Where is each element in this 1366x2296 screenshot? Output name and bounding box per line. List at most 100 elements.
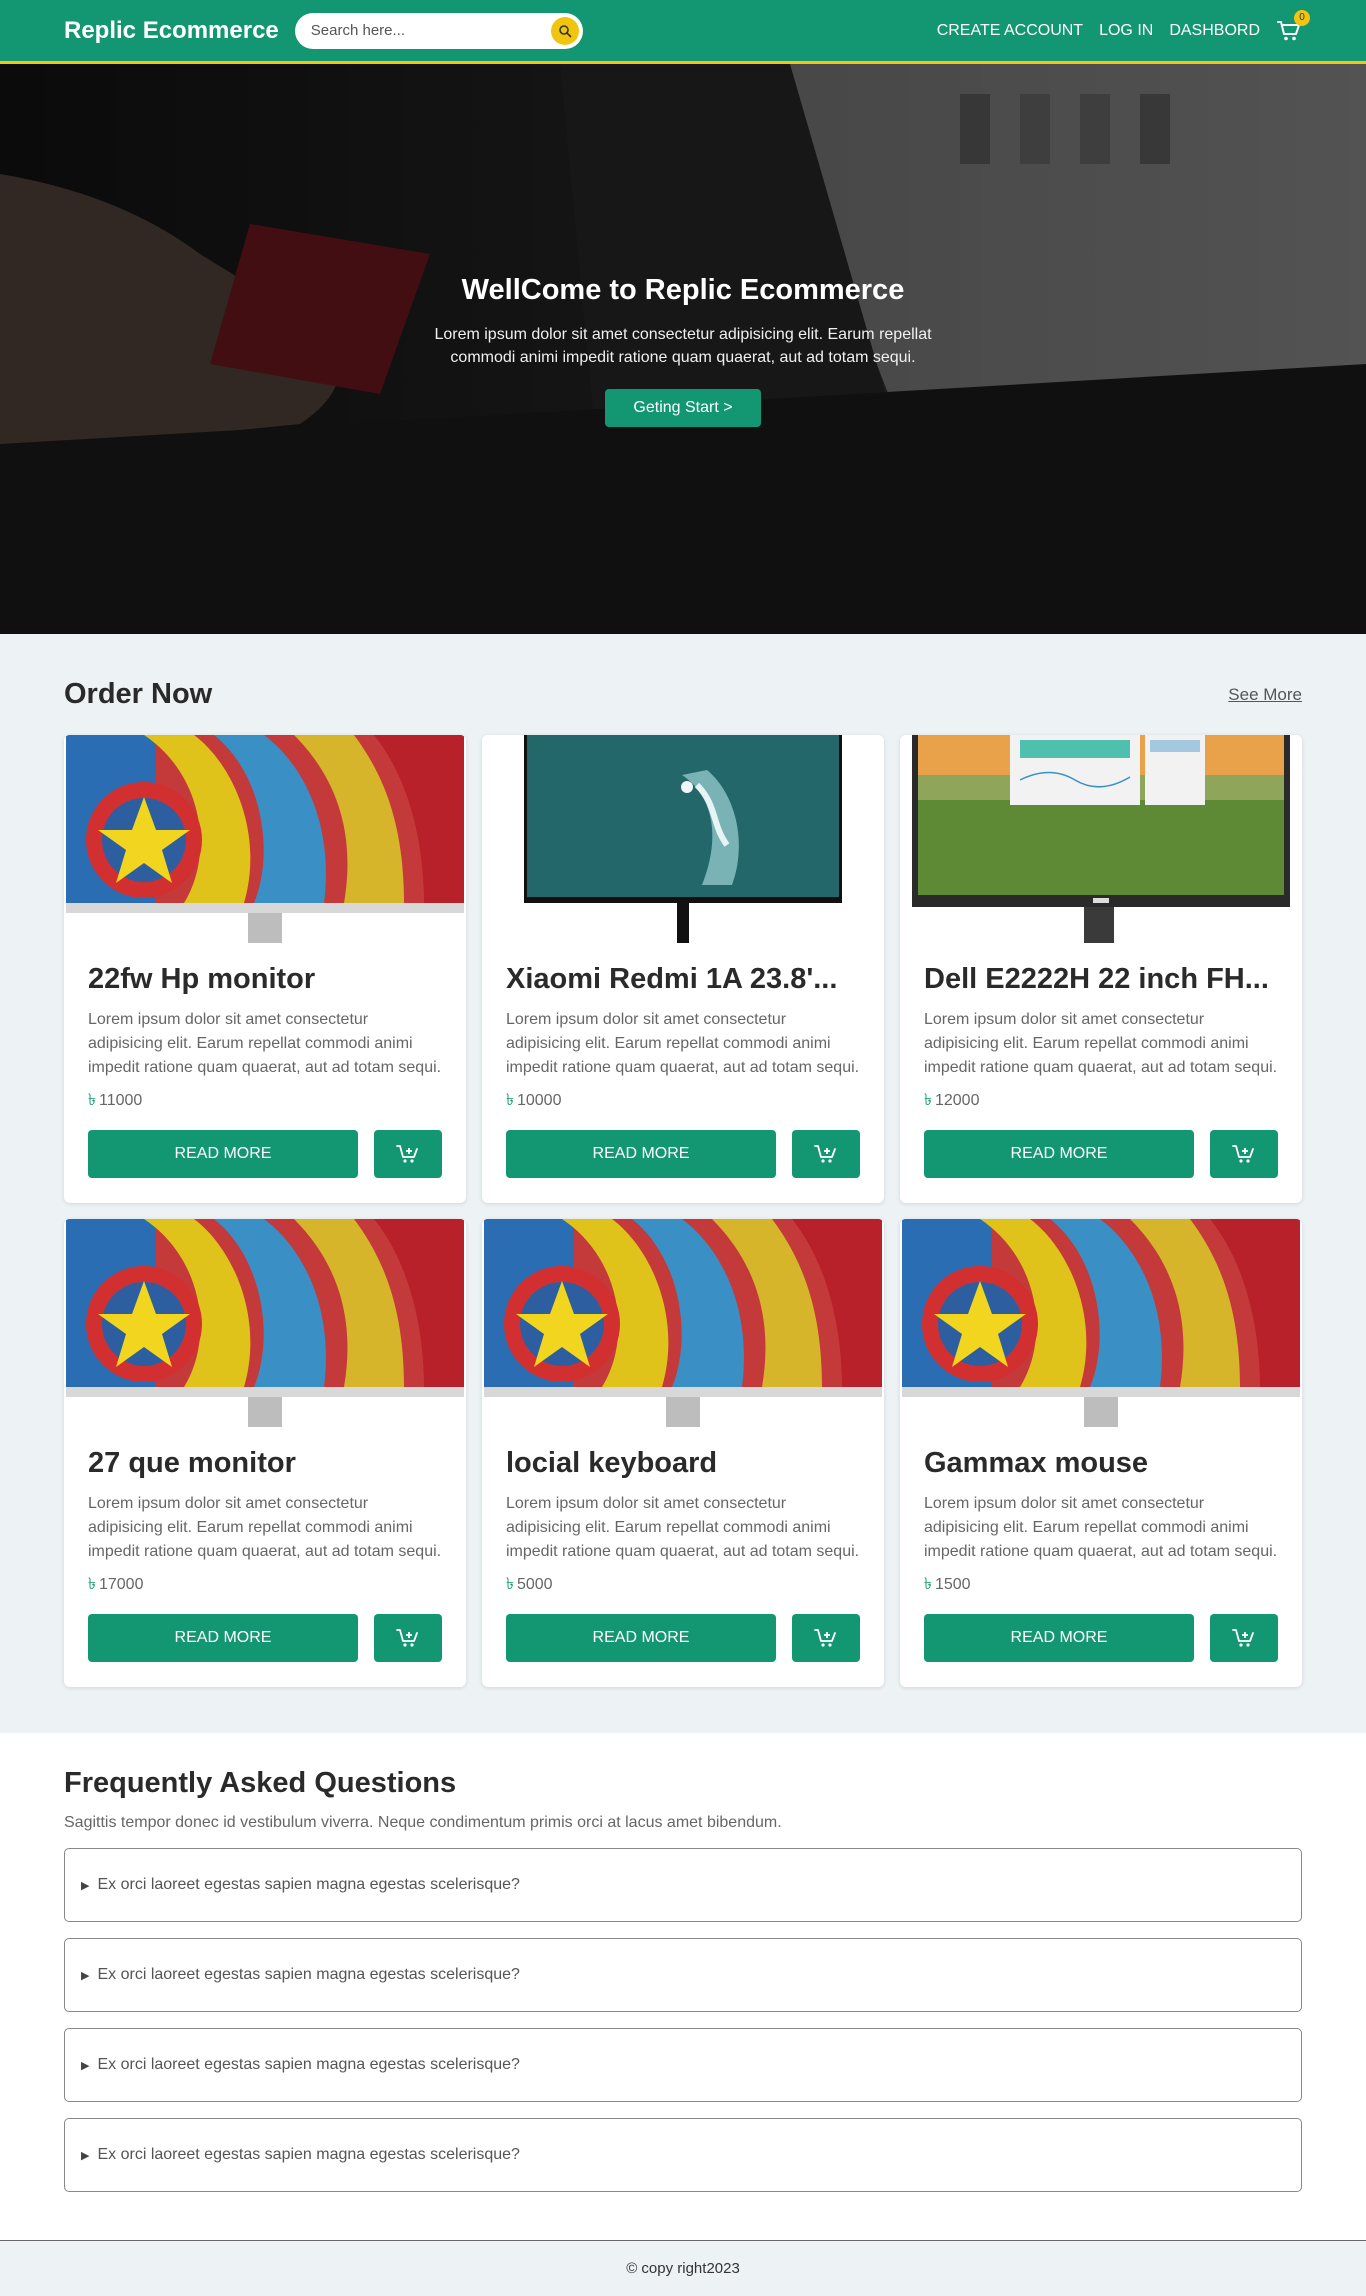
see-more-link[interactable]: See More xyxy=(1228,685,1302,705)
read-more-button[interactable]: READ MORE xyxy=(88,1130,358,1178)
product-price: ৳ 17000 xyxy=(88,1571,442,1598)
price-value: 10000 xyxy=(516,1092,562,1109)
add-to-cart-button[interactable] xyxy=(792,1614,860,1662)
nav-create-account[interactable]: CREATE ACCOUNT xyxy=(937,22,1083,40)
add-to-cart-button[interactable] xyxy=(374,1614,442,1662)
get-started-button[interactable]: Geting Start > xyxy=(605,389,761,427)
faq-subtitle: Sagittis tempor donec id vestibulum vive… xyxy=(64,1814,782,1831)
add-to-cart-button[interactable] xyxy=(1210,1614,1278,1662)
add-to-cart-button[interactable] xyxy=(792,1130,860,1178)
product-card: Dell E2222H 22 inch FH... Lorem ipsum do… xyxy=(900,735,1302,1203)
product-description: Lorem ipsum dolor sit amet consectetur a… xyxy=(924,1495,1278,1560)
product-actions: READ MORE xyxy=(924,1130,1278,1178)
brand-logo[interactable]: Replic Ecommerce xyxy=(64,17,279,45)
currency-symbol: ৳ xyxy=(924,1092,932,1109)
footer: © copy right2023 xyxy=(0,2240,1366,2296)
product-image[interactable] xyxy=(64,1219,466,1427)
hero-banner: WellCome to Replic Ecommerce Lorem ipsum… xyxy=(0,64,1366,634)
read-more-button[interactable]: READ MORE xyxy=(506,1130,776,1178)
product-price: ৳ 1500 xyxy=(924,1571,1278,1598)
currency-symbol: ৳ xyxy=(506,1092,514,1109)
search-input[interactable] xyxy=(310,22,551,39)
faq-section: Frequently Asked Questions Sagittis temp… xyxy=(0,1733,1366,2240)
product-image[interactable] xyxy=(900,735,1302,943)
product-name[interactable]: Dell E2222H 22 inch FH... xyxy=(924,963,1278,996)
product-image[interactable] xyxy=(482,1219,884,1427)
nav-log-in[interactable]: LOG IN xyxy=(1099,22,1153,40)
search-icon xyxy=(558,24,572,37)
faq-item[interactable]: ▶ Ex orci laoreet egestas sapien magna eg… xyxy=(64,2118,1302,2192)
read-more-button[interactable]: READ MORE xyxy=(506,1614,776,1662)
product-card-body: 27 que monitor Lorem ipsum dolor sit ame… xyxy=(64,1427,466,1662)
price-value: 1500 xyxy=(934,1576,971,1593)
triangle-right-icon: ▶ xyxy=(81,2149,90,2162)
products-title: Order Now xyxy=(64,678,213,710)
read-more-button[interactable]: READ MORE xyxy=(88,1614,358,1662)
product-description: Lorem ipsum dolor sit amet consectetur a… xyxy=(88,1011,442,1076)
product-price: ৳ 11000 xyxy=(88,1087,442,1114)
read-more-button[interactable]: READ MORE xyxy=(924,1614,1194,1662)
product-description: Lorem ipsum dolor sit amet consectetur a… xyxy=(924,1011,1278,1076)
add-to-cart-button[interactable] xyxy=(1210,1130,1278,1178)
products-header: Order Now See More xyxy=(64,678,1302,711)
price-value: 17000 xyxy=(98,1576,144,1593)
cart-plus-icon xyxy=(1232,1145,1254,1163)
faq-item[interactable]: ▶ Ex orci laoreet egestas sapien magna eg… xyxy=(64,2028,1302,2102)
product-description: Lorem ipsum dolor sit amet consectetur a… xyxy=(506,1011,860,1076)
faq-item[interactable]: ▶ Ex orci laoreet egestas sapien magna eg… xyxy=(64,1938,1302,2012)
hero-content: WellCome to Replic Ecommerce Lorem ipsum… xyxy=(0,274,1366,427)
product-name[interactable]: 27 que monitor xyxy=(88,1447,442,1480)
hero-subtitle: Lorem ipsum dolor sit amet consectetur a… xyxy=(434,326,932,366)
faq-title: Frequently Asked Questions xyxy=(64,1767,457,1799)
product-actions: READ MORE xyxy=(88,1130,442,1178)
price-value: 5000 xyxy=(516,1576,553,1593)
price-value: 11000 xyxy=(98,1092,143,1109)
triangle-right-icon: ▶ xyxy=(81,1879,90,1892)
product-card-body: 22fw Hp monitor Lorem ipsum dolor sit am… xyxy=(64,943,466,1178)
cart-button[interactable]: 0 xyxy=(1276,9,1310,44)
product-actions: READ MORE xyxy=(506,1614,860,1662)
currency-symbol: ৳ xyxy=(924,1576,932,1593)
search-button[interactable] xyxy=(550,16,579,45)
product-card-body: Xiaomi Redmi 1A 23.8'... Lorem ipsum dol… xyxy=(482,943,884,1178)
currency-symbol: ৳ xyxy=(88,1576,96,1593)
navbar: Replic Ecommerce CREATE ACCOUNT LOG IN D… xyxy=(0,0,1366,64)
add-to-cart-button[interactable] xyxy=(374,1130,442,1178)
product-image[interactable] xyxy=(64,735,466,943)
product-name[interactable]: Gammax mouse xyxy=(924,1447,1278,1480)
product-image[interactable] xyxy=(900,1219,1302,1427)
product-price: ৳ 5000 xyxy=(506,1571,860,1598)
cart-plus-icon xyxy=(396,1145,418,1163)
cart-count-badge: 0 xyxy=(1294,9,1310,26)
triangle-right-icon: ▶ xyxy=(81,2059,90,2072)
product-name[interactable]: locial keyboard xyxy=(506,1447,860,1480)
product-grid: 22fw Hp monitor Lorem ipsum dolor sit am… xyxy=(64,735,1302,1687)
nav-dashboard[interactable]: DASHBORD xyxy=(1169,22,1260,40)
product-price: ৳ 12000 xyxy=(924,1087,1278,1114)
product-card: 22fw Hp monitor Lorem ipsum dolor sit am… xyxy=(64,735,466,1203)
product-price: ৳ 10000 xyxy=(506,1087,860,1114)
faq-question: Ex orci laoreet egestas sapien magna ege… xyxy=(97,1966,520,1983)
product-card: Xiaomi Redmi 1A 23.8'... Lorem ipsum dol… xyxy=(482,735,884,1203)
product-actions: READ MORE xyxy=(506,1130,860,1178)
faq-item[interactable]: ▶ Ex orci laoreet egestas sapien magna eg… xyxy=(64,1848,1302,1922)
read-more-button[interactable]: READ MORE xyxy=(924,1130,1194,1178)
currency-symbol: ৳ xyxy=(88,1092,96,1109)
price-value: 12000 xyxy=(934,1092,980,1109)
product-card: 27 que monitor Lorem ipsum dolor sit ame… xyxy=(64,1219,466,1687)
faq-question: Ex orci laoreet egestas sapien magna ege… xyxy=(97,2056,520,2073)
triangle-right-icon: ▶ xyxy=(81,1969,90,1982)
search-bar xyxy=(294,12,583,49)
product-name[interactable]: 22fw Hp monitor xyxy=(88,963,442,996)
product-description: Lorem ipsum dolor sit amet consectetur a… xyxy=(88,1495,442,1560)
product-image[interactable] xyxy=(482,735,884,943)
product-card-body: Dell E2222H 22 inch FH... Lorem ipsum do… xyxy=(900,943,1302,1178)
faq-question: Ex orci laoreet egestas sapien magna ege… xyxy=(97,2146,520,2163)
currency-symbol: ৳ xyxy=(506,1576,514,1593)
cart-plus-icon xyxy=(396,1629,418,1647)
product-name[interactable]: Xiaomi Redmi 1A 23.8'... xyxy=(506,963,860,996)
products-section: Order Now See More 22fw Hp monitor Lorem… xyxy=(0,634,1366,1733)
product-card: locial keyboard Lorem ipsum dolor sit am… xyxy=(482,1219,884,1687)
product-card-body: Gammax mouse Lorem ipsum dolor sit amet … xyxy=(900,1427,1302,1662)
product-card-body: locial keyboard Lorem ipsum dolor sit am… xyxy=(482,1427,884,1662)
